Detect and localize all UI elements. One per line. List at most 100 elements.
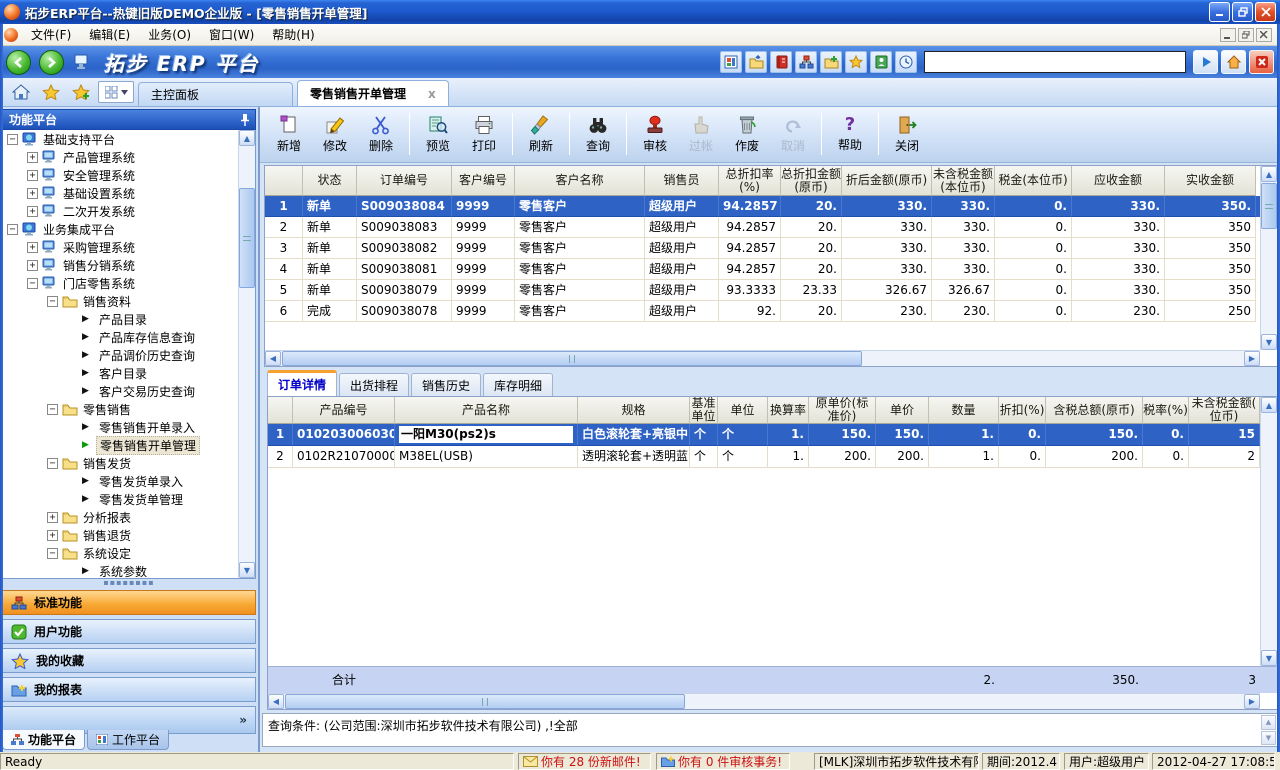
add-favorite-icon[interactable] [70,81,92,103]
detail-header-cell[interactable]: 产品编号 [293,397,395,424]
detail-vertical-scrollbar[interactable]: ▲ ▼ [1260,397,1277,666]
scroll-down-icon[interactable]: ▼ [1261,731,1276,746]
forward-button[interactable] [39,50,64,75]
orders-horizontal-scrollbar[interactable]: ◀ ▶ [265,350,1260,366]
orders-header-cell[interactable]: 状态 [303,166,357,196]
menu-business[interactable]: 业务(O) [139,24,200,45]
status-audit-tasks[interactable]: 你有 0 件审核事务! [656,753,790,770]
tab-retail-sales-order[interactable]: 零售销售开单管理 x [297,80,449,106]
tree-expander-icon[interactable]: + [27,242,38,253]
pin-icon[interactable] [240,114,249,126]
scroll-thumb[interactable] [282,351,862,366]
tab-order-details[interactable]: 订单详情 [267,370,337,396]
tree-expander-icon[interactable]: + [27,170,38,181]
panel-user-functions[interactable]: 用户功能 [2,619,256,644]
orders-header-cell[interactable]: 税金(本位币) [995,166,1072,196]
restore-button[interactable] [1232,2,1253,22]
exit-button[interactable] [1249,50,1274,74]
tab-sales-history[interactable]: 销售历史 [411,373,481,396]
tree-expander-icon[interactable]: + [27,260,38,271]
menu-file[interactable]: 文件(F) [22,24,80,45]
tree-item[interactable]: ▶零售销售开单管理 [3,436,255,454]
refresh-button[interactable]: 刷新 [518,110,564,157]
scroll-down-icon[interactable]: ▼ [239,562,255,578]
tree-expander-icon[interactable]: − [47,404,58,415]
orders-header-cell[interactable] [265,166,303,196]
sidebar-tab-work-platform[interactable]: 工作平台 [87,730,169,750]
orders-header-cell[interactable]: 订单编号 [357,166,452,196]
home-exit-button[interactable] [1221,50,1246,74]
tree-item[interactable]: +分析报表 [3,508,255,526]
detail-header-cell[interactable] [268,397,293,424]
scroll-up-icon[interactable]: ▲ [239,130,255,146]
tree-scrollbar[interactable]: ▲ ▼ [238,130,255,578]
sidebar-splitter[interactable]: ▪▪▪▪▪▪▪▪ [2,579,256,586]
favorite-star-icon[interactable] [40,81,62,103]
tab-main-panel[interactable]: 主控面板 [138,82,293,106]
new-button[interactable]: 新增 [266,110,312,157]
tree-item[interactable]: −系统设定 [3,544,255,562]
tree-expander-icon[interactable]: − [47,548,58,559]
orders-header-cell[interactable]: 实收金额 [1165,166,1256,196]
layout-grid-button[interactable] [98,81,134,103]
orders-row[interactable]: 5新单S0090380799999零售客户超级用户93.333323.33326… [265,280,1260,301]
add-folder-icon[interactable] [820,51,842,73]
scroll-right-icon[interactable]: ▶ [1244,694,1260,709]
tree-expander-icon[interactable]: − [7,134,18,145]
scroll-right-icon[interactable]: ▶ [1244,351,1260,366]
status-new-mail[interactable]: 你有 28 份新邮件! [518,753,651,770]
scroll-thumb[interactable] [1261,183,1277,229]
clock-icon[interactable] [895,51,917,73]
scroll-up-icon[interactable]: ▲ [1261,166,1277,182]
scroll-up-icon[interactable]: ▲ [1261,715,1276,730]
sidebar-tab-function-platform[interactable]: 功能平台 [2,730,85,750]
workstation-icon[interactable] [72,53,90,71]
audit-button[interactable]: 审核 [632,110,678,157]
tree-expander-icon[interactable]: − [47,296,58,307]
orgchart-icon[interactable] [795,51,817,73]
preview-button[interactable]: 预览 [415,110,461,157]
scroll-left-icon[interactable]: ◀ [268,694,284,709]
delete-button[interactable]: 删除 [358,110,404,157]
tree-item[interactable]: ▶零售发货单录入 [3,472,255,490]
detail-header-cell[interactable]: 数量 [929,397,999,424]
close-button[interactable] [1255,2,1276,22]
tab-close-icon[interactable]: x [428,87,436,101]
tree-item[interactable]: −销售发货 [3,454,255,472]
detail-row[interactable]: 10102030060300一阳M30(ps2)s白色滚轮套+亮银中个个1.15… [268,424,1260,446]
detail-header-cell[interactable]: 折扣(%) [999,397,1046,424]
quick-search-input[interactable] [924,51,1186,73]
tree-expander-icon[interactable]: − [27,278,38,289]
orders-row[interactable]: 2新单S0090380839999零售客户超级用户94.285720.330.3… [265,217,1260,238]
tab-inventory-detail[interactable]: 库存明细 [483,373,553,396]
child-minimize-button[interactable] [1220,28,1236,42]
detail-header-cell[interactable]: 基准 单位 [690,397,718,424]
orders-header-cell[interactable]: 客户编号 [452,166,515,196]
tree-expander-icon[interactable]: + [47,512,58,523]
scroll-thumb[interactable] [285,694,685,709]
tree-item[interactable]: ▶零售销售开单录入 [3,418,255,436]
tree-item[interactable]: ▶产品目录 [3,310,255,328]
detail-header-cell[interactable]: 税率(%) [1143,397,1189,424]
minimize-button[interactable] [1209,2,1230,22]
tree-expander-icon[interactable]: + [27,188,38,199]
contacts-icon[interactable] [870,51,892,73]
orders-header-cell[interactable]: 未含税金额 (本位币) [932,166,995,196]
tree-item[interactable]: ▶零售发货单管理 [3,490,255,508]
tree-expander-icon[interactable]: + [27,206,38,217]
tree-item[interactable]: ▶客户目录 [3,364,255,382]
tree-expander-icon[interactable]: + [27,152,38,163]
orders-row[interactable]: 1新单S0090380849999零售客户超级用户94.285720.330.3… [265,196,1260,217]
panel-my-reports[interactable]: 我的报表 [2,677,256,702]
panel-standard-functions[interactable]: 标准功能 [2,590,256,615]
close-form-button[interactable]: 关闭 [884,110,930,157]
detail-header-cell[interactable]: 产品名称 [395,397,578,424]
back-button[interactable] [6,50,31,75]
detail-header-cell[interactable]: 单价 [876,397,929,424]
orders-header-cell[interactable]: 总折扣率 (%) [719,166,781,196]
panel-my-favorites[interactable]: 我的收藏 [2,648,256,673]
tree-expander-icon[interactable]: + [47,530,58,541]
tree-item[interactable]: −业务集成平台 [3,220,255,238]
orders-row[interactable]: 4新单S0090380819999零售客户超级用户94.285720.330.3… [265,259,1260,280]
child-restore-button[interactable] [1238,28,1254,42]
